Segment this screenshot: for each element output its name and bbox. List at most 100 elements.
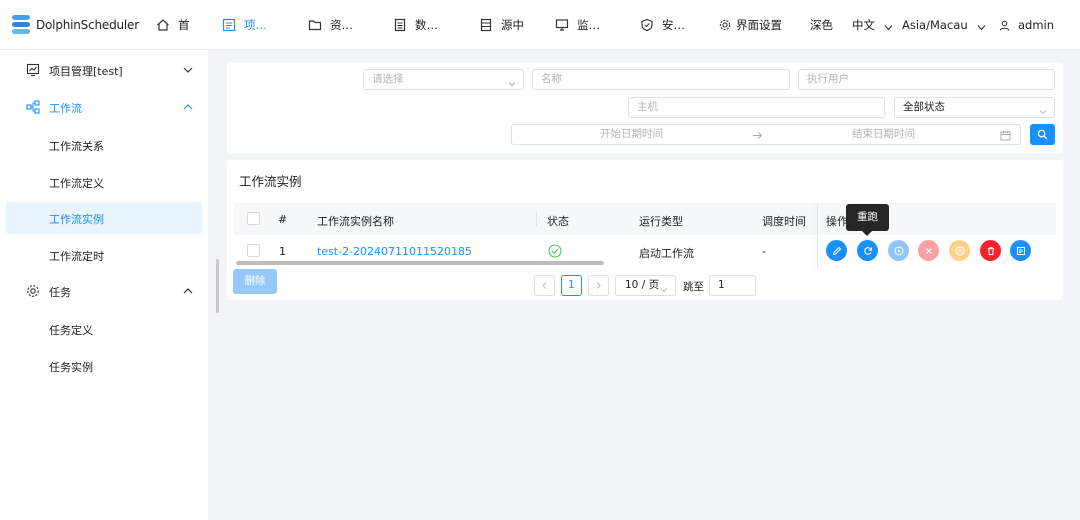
select-placeholder: 请选择 — [372, 73, 404, 85]
logo-text: DolphinScheduler — [36, 17, 139, 32]
column-header-actions: 操作 — [826, 215, 848, 228]
nav-item-home[interactable]: 首 — [156, 0, 190, 50]
next-page-button[interactable] — [588, 275, 609, 296]
sidebar-item-project[interactable]: 项目管理[test] — [0, 52, 208, 88]
date-range-picker[interactable]: 开始日期时间 结束日期时间 — [511, 124, 1021, 145]
sidebar-item-task-definition[interactable]: 任务定义 — [6, 313, 202, 345]
row-run-type: 启动工作流 — [639, 247, 694, 260]
nav-label: 数… — [415, 18, 438, 32]
chevron-down-icon — [182, 64, 194, 76]
monitor-icon — [555, 18, 569, 32]
datasource-icon — [393, 18, 407, 32]
folder-icon — [308, 18, 322, 32]
rerun-icon — [863, 246, 873, 256]
gantt-icon — [1016, 246, 1026, 256]
column-header-status: 状态 — [547, 215, 569, 228]
column-header-schedule-time: 调度时间 — [762, 215, 806, 228]
sidebar-scrollbar[interactable] — [216, 259, 219, 313]
gantt-button[interactable] — [1010, 240, 1031, 261]
trash-icon — [986, 246, 996, 256]
search-button[interactable] — [1030, 124, 1055, 145]
recover-button[interactable] — [888, 240, 909, 261]
jump-label: 跳至 — [683, 281, 704, 293]
nav-label: 监… — [577, 18, 600, 32]
user-menu[interactable]: admin — [999, 0, 1054, 50]
delete-batch-button[interactable]: 删除 — [233, 269, 277, 294]
ui-settings-button[interactable]: 界面设置 — [719, 0, 782, 50]
sidebar-label: 工作流关系 — [49, 140, 104, 153]
pause-button[interactable] — [949, 240, 970, 261]
sidebar-label: 任务实例 — [49, 361, 93, 374]
ui-settings-label: 界面设置 — [736, 18, 782, 32]
theme-label: 深色 — [810, 18, 833, 32]
nav-item-datasource[interactable]: 数… — [393, 0, 438, 50]
home-icon — [156, 18, 170, 32]
theme-toggle[interactable]: 深色 — [810, 0, 833, 50]
language-select[interactable]: 中文 — [852, 0, 893, 50]
security-icon — [640, 18, 654, 32]
chevron-down-icon — [977, 21, 986, 30]
arrow-right-icon — [752, 129, 763, 140]
page-size-value: 10 / 页 — [625, 279, 660, 291]
sidebar-item-task-instance[interactable]: 任务实例 — [6, 350, 202, 382]
delete-button[interactable] — [980, 240, 1001, 261]
timezone-label: Asia/Macau — [902, 18, 968, 32]
nav-item-resource[interactable]: 资… — [308, 0, 353, 50]
logo-icon — [10, 13, 32, 37]
logo[interactable]: DolphinScheduler — [0, 13, 150, 37]
name-placeholder: 名称 — [541, 73, 562, 85]
table-horizontal-scrollbar[interactable] — [236, 261, 604, 265]
host-input[interactable]: 主机 — [628, 97, 885, 118]
workflow-instance-link[interactable]: test-2-20240711011520185 — [317, 245, 472, 258]
prev-page-button[interactable] — [534, 275, 555, 296]
username: admin — [1018, 18, 1055, 32]
column-header-name: 工作流实例名称 — [317, 215, 394, 228]
sidebar-item-workflow-timing[interactable]: 工作流定时 — [6, 239, 202, 271]
sidebar-item-workflow-relation[interactable]: 工作流关系 — [6, 129, 202, 161]
jump-page-input[interactable]: 1 — [709, 275, 756, 296]
row-checkbox[interactable] — [247, 244, 260, 257]
page-size-select[interactable]: 10 / 页 — [615, 275, 676, 296]
executor-input[interactable]: 执行用户 — [798, 69, 1055, 90]
rerun-button[interactable] — [857, 240, 878, 261]
chevron-up-icon — [182, 101, 194, 113]
column-header-run-type: 运行类型 — [639, 215, 683, 228]
stop-button[interactable] — [918, 240, 939, 261]
chevron-up-icon — [182, 285, 194, 297]
sidebar-label: 任务定义 — [49, 324, 93, 337]
name-input[interactable]: 名称 — [532, 69, 790, 90]
status-select-value: 全部状态 — [903, 101, 945, 113]
start-date-placeholder: 开始日期时间 — [600, 128, 663, 140]
edit-button[interactable] — [826, 240, 847, 261]
sidebar-item-workflow-definition[interactable]: 工作流定义 — [6, 166, 202, 198]
page-button[interactable]: 1 — [561, 275, 582, 296]
project-select[interactable]: 请选择 — [363, 69, 524, 90]
chevron-down-icon — [660, 282, 668, 293]
chevron-right-icon — [594, 281, 603, 293]
nav-item-data[interactable]: 源中 — [479, 0, 524, 50]
chevron-down-icon — [884, 21, 893, 30]
nav-label: 首 — [178, 18, 190, 32]
sidebar-label: 任务 — [49, 286, 71, 299]
sidebar-label: 项目管理[test] — [49, 65, 123, 78]
edit-icon — [832, 246, 842, 256]
fixed-column-divider — [817, 203, 818, 268]
user-icon — [999, 20, 1010, 31]
row-schedule-time: - — [762, 245, 766, 258]
nav-item-monitor[interactable]: 监… — [555, 0, 600, 50]
search-icon — [1037, 129, 1048, 140]
nav-item-project[interactable]: 项… — [222, 0, 267, 50]
select-all-checkbox[interactable] — [247, 212, 260, 225]
tooltip-arrow — [862, 231, 872, 236]
sidebar-item-workflow[interactable]: 工作流 — [0, 89, 208, 125]
timezone-select[interactable]: Asia/Macau — [902, 0, 986, 50]
status-select[interactable]: 全部状态 — [894, 97, 1055, 118]
sidebar-label: 工作流定义 — [49, 177, 104, 190]
row-index: 1 — [279, 245, 286, 258]
nav-item-security[interactable]: 安… — [640, 0, 685, 50]
column-header-index: # — [278, 213, 288, 226]
sidebar-item-workflow-instance[interactable]: 工作流实例 — [6, 202, 202, 234]
sidebar-label: 工作流 — [49, 102, 82, 115]
gear-icon — [719, 19, 731, 31]
sidebar-item-task[interactable]: 任务 — [0, 273, 208, 309]
